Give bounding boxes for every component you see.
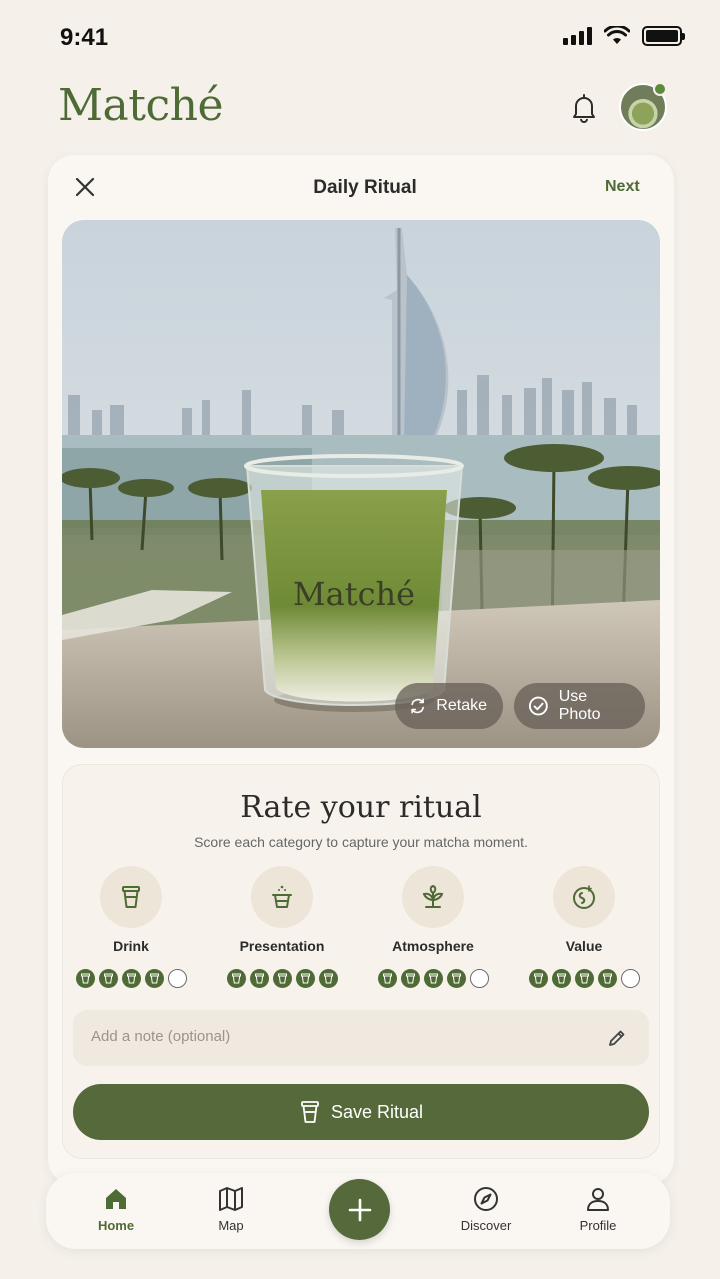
- rating-cup-empty[interactable]: [167, 969, 187, 988]
- rating-cup-filled[interactable]: [551, 969, 571, 988]
- category-label: Drink: [113, 938, 149, 954]
- rating-cup-filled[interactable]: [272, 969, 292, 988]
- signal-icon: [563, 27, 592, 45]
- nav-label: Profile: [579, 1218, 617, 1233]
- save-ritual-button[interactable]: Save Ritual: [73, 1084, 649, 1140]
- next-button[interactable]: Next: [605, 178, 640, 196]
- use-photo-button[interactable]: Use Photo: [514, 683, 645, 729]
- cup-icon: [122, 886, 140, 908]
- wifi-icon: [604, 26, 630, 44]
- category-presentation[interactable]: Presentation: [212, 866, 352, 988]
- rating-cup-filled[interactable]: [318, 969, 338, 988]
- add-ritual-button[interactable]: [329, 1179, 390, 1240]
- category-icon: [402, 866, 464, 928]
- nav-label: Home: [97, 1218, 135, 1233]
- card-title: Daily Ritual: [313, 177, 417, 198]
- rating-cup-filled[interactable]: [144, 969, 164, 988]
- check-circle-icon: [528, 696, 548, 716]
- battery-icon: [642, 26, 685, 46]
- rating-cups[interactable]: [363, 969, 503, 988]
- category-icon: [251, 866, 313, 928]
- plant-icon: [422, 884, 444, 908]
- close-icon[interactable]: [72, 174, 98, 200]
- rating-cup-filled[interactable]: [400, 969, 420, 988]
- home-icon: [106, 1189, 126, 1209]
- rating-cups[interactable]: [514, 969, 654, 988]
- profile-icon: [587, 1188, 609, 1211]
- pencil-icon[interactable]: [607, 1028, 627, 1048]
- category-value[interactable]: Value: [514, 866, 654, 988]
- category-drink[interactable]: Drink: [61, 866, 201, 988]
- nav-label: Map: [218, 1218, 244, 1233]
- rating-cup-empty[interactable]: [469, 969, 489, 988]
- online-status-dot: [653, 82, 667, 96]
- rating-cup-filled[interactable]: [446, 969, 466, 988]
- photo-preview: Matché: [62, 220, 660, 748]
- rating-cup-filled[interactable]: [121, 969, 141, 988]
- category-label: Atmosphere: [392, 938, 474, 954]
- rating-cup-filled[interactable]: [377, 969, 397, 988]
- category-label: Value: [565, 938, 603, 954]
- category-icon: [100, 866, 162, 928]
- rating-cup-filled[interactable]: [423, 969, 443, 988]
- compass-icon: [474, 1187, 498, 1211]
- nav-map[interactable]: Map: [191, 1186, 271, 1233]
- nav-discover[interactable]: Discover: [446, 1186, 526, 1233]
- rating-cup-filled[interactable]: [98, 969, 118, 988]
- plus-icon: [348, 1198, 371, 1221]
- rating-cup-filled[interactable]: [597, 969, 617, 988]
- app-logo: Matché: [58, 80, 224, 131]
- category-label: Presentation: [239, 938, 325, 954]
- rating-cup-filled[interactable]: [295, 969, 315, 988]
- rating-cup-filled[interactable]: [75, 969, 95, 988]
- status-icons: [563, 26, 685, 46]
- value-icon: [573, 885, 595, 909]
- presentation-icon: [272, 885, 292, 908]
- rating-cup-filled[interactable]: [249, 969, 269, 988]
- rating-cup-filled[interactable]: [528, 969, 548, 988]
- nav-profile[interactable]: Profile: [558, 1186, 638, 1233]
- nav-home[interactable]: Home: [76, 1186, 156, 1233]
- note-field[interactable]: [73, 1010, 649, 1066]
- retake-label: Retake: [436, 697, 487, 714]
- cup-icon: [301, 1101, 319, 1123]
- save-ritual-label: Save Ritual: [330, 1101, 424, 1122]
- nav-label: Discover: [460, 1218, 512, 1233]
- cup-brand-text: Matché: [293, 575, 415, 613]
- status-time: 9:41: [60, 24, 109, 51]
- refresh-icon: [411, 698, 424, 714]
- category-atmosphere[interactable]: Atmosphere: [363, 866, 503, 988]
- map-icon: [219, 1187, 243, 1211]
- bell-icon[interactable]: [566, 90, 602, 126]
- matcha-photo: Matché: [62, 220, 660, 748]
- rating-cups[interactable]: [61, 969, 201, 988]
- category-icon: [553, 866, 615, 928]
- status-bar: 9:41: [0, 0, 720, 70]
- use-photo-label: Use Photo: [558, 688, 601, 723]
- rating-cup-filled[interactable]: [226, 969, 246, 988]
- rating-cup-filled[interactable]: [574, 969, 594, 988]
- rating-subtitle: Score each category to capture your matc…: [194, 834, 528, 850]
- rating-title: Rate your ritual: [240, 790, 482, 825]
- rating-cups[interactable]: [212, 969, 352, 988]
- note-input[interactable]: [91, 1028, 571, 1045]
- rating-cup-empty[interactable]: [620, 969, 640, 988]
- retake-button[interactable]: Retake: [395, 683, 503, 729]
